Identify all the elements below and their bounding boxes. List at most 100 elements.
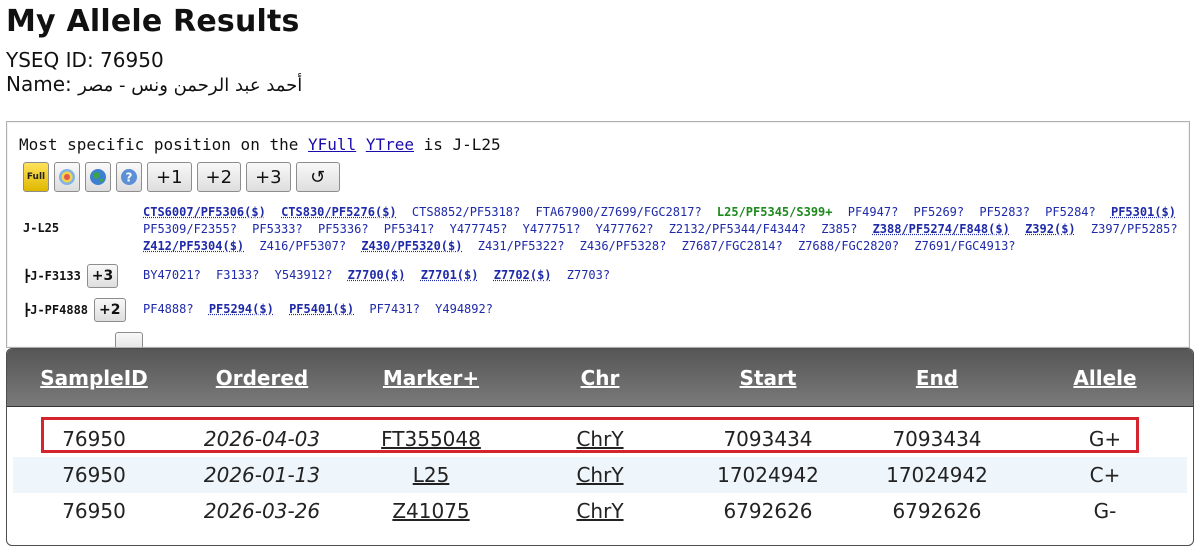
header-start[interactable]: Start [740, 366, 797, 390]
node-expand-button[interactable]: +3 [86, 264, 119, 288]
globe-icon[interactable] [85, 162, 111, 192]
cell-marker-link[interactable]: L25 [413, 463, 450, 487]
reset-button[interactable]: ↺ [295, 162, 340, 192]
cell-sampleid: 76950 [62, 427, 126, 451]
cell-end: 7093434 [892, 427, 982, 451]
tree-toolbar: Full ? +1 +2 +3 ↺ [23, 160, 340, 194]
cell-marker-link[interactable]: Z41075 [392, 499, 469, 523]
cell-start: 7093434 [723, 427, 813, 451]
heatmap-icon-glyph [59, 169, 75, 185]
header-marker[interactable]: Marker+ [383, 366, 479, 390]
cell-chr-link[interactable]: ChrY [576, 463, 623, 487]
snp-marker: Z7688/FGC2820? [797, 239, 900, 253]
cell-marker-link[interactable]: FT355048 [381, 427, 481, 451]
snp-marker: Y543912? [274, 268, 333, 282]
header-ordered[interactable]: Ordered [216, 366, 309, 390]
snp-marker: Y477751? [522, 222, 581, 236]
yseq-id-line: YSEQ ID: 76950 [6, 48, 164, 72]
snp-marker: PF5341? [383, 222, 435, 236]
yseq-id-value: 76950 [100, 48, 164, 72]
table-row: 76950 2026-03-26 Z41075 ChrY 6792626 679… [13, 493, 1187, 529]
cell-end: 6792626 [892, 499, 982, 523]
snp-marker[interactable]: Z7702($) [494, 268, 552, 282]
node-snp-list: PF4888? PF5294($) PF5401($) PF7431? Y494… [143, 298, 1185, 318]
table-row: 76950 2026-01-13 L25 ChrY 17024942 17024… [13, 457, 1187, 493]
snp-marker: PF5283? [979, 205, 1030, 219]
snp-marker[interactable]: PF5294($) [209, 302, 274, 316]
cell-chr-link[interactable]: ChrY [576, 499, 623, 523]
snp-marker: Z7687/FGC2814? [681, 239, 783, 253]
snp-marker: PF7431? [369, 302, 420, 316]
snp-marker: Z431/PF5322? [477, 239, 565, 253]
snp-marker[interactable]: Z388/PF5274/F848($) [873, 222, 1010, 236]
snp-marker: Z7691/FGC4913? [914, 239, 1016, 253]
cell-allele: G+ [1088, 427, 1122, 451]
node-label-text: ┣J-PF4888 [23, 303, 89, 317]
heatmap-icon[interactable] [54, 162, 80, 192]
snp-marker[interactable]: PF5401($) [289, 302, 354, 316]
node-label: ┣J-F3133 +3 [23, 264, 143, 288]
node-expand-button[interactable] [115, 332, 143, 347]
ytree-panel[interactable]: Most specific position on the YFull YTre… [6, 121, 1190, 348]
headline-suffix: is J-L25 [423, 135, 501, 154]
tree-node-j-pf4888: ┣J-PF4888 +2 PF4888? PF5294($) PF5401($)… [23, 298, 1185, 322]
cell-allele: C+ [1089, 463, 1121, 487]
node-snp-list: CTS6007/PF5306($) CTS830/PF5276($) CTS88… [143, 204, 1185, 255]
expand-plus1-button[interactable]: +1 [147, 162, 192, 192]
node-expand-button[interactable]: +2 [94, 298, 126, 322]
snp-marker: Z397/PF5285? [1090, 222, 1178, 236]
headline-prefix: Most specific position on the [19, 135, 299, 154]
cell-sampleid: 76950 [62, 463, 126, 487]
cell-ordered: 2026-03-26 [203, 499, 321, 523]
snp-marker: Z416/PF5307? [259, 239, 347, 253]
snp-marker: PF5333? [252, 222, 303, 236]
tree-node-j-l25: J-L25 CTS6007/PF5306($) CTS830/PF5276($)… [23, 204, 1185, 255]
yfull-icon-text: Full [26, 172, 46, 182]
snp-marker: PF5309/F2355? [143, 222, 237, 236]
snp-marker: F3133? [216, 268, 260, 282]
cell-chr-link[interactable]: ChrY [576, 427, 623, 451]
snp-marker[interactable]: Z412/PF5304($) [143, 239, 244, 253]
expand-plus3-button[interactable]: +3 [246, 162, 291, 192]
node-label [23, 332, 143, 347]
name-label: Name: [6, 72, 72, 96]
snp-marker[interactable]: CTS830/PF5276($) [281, 205, 397, 219]
node-label-text: ┣J-F3133 [23, 269, 81, 283]
snp-marker: Z7703? [566, 268, 611, 282]
ytree-headline: Most specific position on the YFull YTre… [19, 135, 501, 154]
svg-text:?: ? [126, 171, 133, 185]
help-icon[interactable]: ? [116, 162, 142, 192]
cell-start: 17024942 [717, 463, 819, 487]
snp-marker: PF5336? [317, 222, 369, 236]
help-icon-glyph: ? [121, 169, 137, 185]
snp-marker[interactable]: Z7701($) [421, 268, 479, 282]
snp-marker: PF5269? [913, 205, 965, 219]
yfull-icon[interactable]: Full [23, 162, 49, 192]
snp-marker: PF4888? [143, 302, 194, 316]
expand-plus2-button[interactable]: +2 [196, 162, 242, 192]
snp-marker[interactable]: Z392($) [1025, 222, 1076, 236]
snp-marker[interactable]: CTS6007/PF5306($) [143, 205, 266, 219]
header-end[interactable]: End [916, 366, 958, 390]
header-sampleid[interactable]: SampleID [40, 366, 148, 390]
snp-marker: Z436/PF5328? [579, 239, 667, 253]
snp-marker: Y477762? [595, 222, 654, 236]
cell-end: 17024942 [886, 463, 988, 487]
snp-marker[interactable]: Z430/PF5320($) [361, 239, 462, 253]
yfull-link[interactable]: YFull [308, 135, 356, 154]
snp-marker[interactable]: Z7700($) [348, 268, 406, 282]
ytree-link[interactable]: YTree [366, 135, 414, 154]
results-header: SampleID Ordered Marker+ Chr Start End A… [7, 349, 1193, 407]
snp-marker[interactable]: PF5301($) [1111, 205, 1176, 219]
globe-icon-glyph [90, 169, 106, 185]
cell-allele: G- [1093, 499, 1117, 523]
cell-start: 6792626 [723, 499, 813, 523]
header-allele[interactable]: Allele [1073, 366, 1136, 390]
snp-marker: Y494892? [435, 302, 493, 316]
snp-marker: Z2132/PF5344/F4344? [668, 222, 806, 236]
node-snp-list: BY47021? F3133? Y543912? Z7700($) Z7701(… [143, 264, 1185, 284]
cell-ordered: 2026-04-03 [203, 427, 321, 451]
cell-ordered: 2026-01-13 [203, 463, 321, 487]
header-chr[interactable]: Chr [581, 366, 620, 390]
snp-marker: CTS8852/PF5318? [411, 205, 521, 219]
